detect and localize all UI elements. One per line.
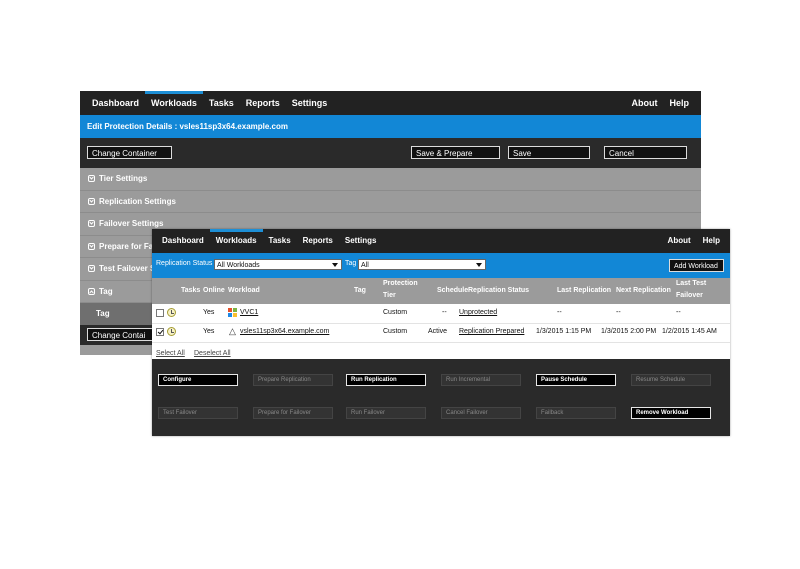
back-top-nav: Dashboard Workloads Tasks Reports Settin… bbox=[80, 91, 701, 115]
run-replication-button[interactable]: Run Replication bbox=[346, 374, 426, 386]
section-label: Tag bbox=[99, 286, 113, 296]
prepare-for-failover-button[interactable]: Prepare for Failover bbox=[253, 407, 333, 419]
nav-reports[interactable]: Reports bbox=[240, 91, 286, 115]
resume-schedule-button[interactable]: Resume Schedule bbox=[631, 374, 711, 386]
replication-status-value: All Workloads bbox=[217, 262, 260, 269]
table-header: Tasks Online Workload Tag Protection Tie… bbox=[152, 278, 730, 304]
schedule-status: -- bbox=[442, 309, 447, 316]
deselect-all-link[interactable]: Deselect All bbox=[194, 350, 231, 357]
save-button[interactable]: Save bbox=[508, 146, 590, 159]
col-online[interactable]: Online bbox=[203, 287, 225, 294]
workload-link[interactable]: vsles11sp3x64.example.com bbox=[240, 328, 329, 335]
nav-tasks[interactable]: Tasks bbox=[263, 229, 297, 253]
tag-value: All bbox=[361, 262, 369, 269]
section-label: Test Failover S bbox=[99, 264, 156, 273]
run-failover-button[interactable]: Run Failover bbox=[346, 407, 426, 419]
save-prepare-button[interactable]: Save & Prepare bbox=[411, 146, 500, 159]
replication-status-select[interactable]: All Workloads bbox=[214, 259, 342, 270]
filter-bar: Replication Status All Workloads Tag All… bbox=[152, 253, 730, 278]
dropdown-arrow-icon bbox=[476, 263, 482, 267]
nav-help[interactable]: Help bbox=[663, 91, 695, 115]
select-all-link[interactable]: Select All bbox=[156, 350, 185, 357]
nav-settings[interactable]: Settings bbox=[339, 229, 383, 253]
next-replication: -- bbox=[616, 309, 621, 316]
nav-dashboard[interactable]: Dashboard bbox=[86, 91, 145, 115]
col-replication-status[interactable]: Replication Status bbox=[468, 287, 529, 294]
cancel-button[interactable]: Cancel bbox=[604, 146, 687, 159]
nav-help[interactable]: Help bbox=[697, 229, 726, 253]
nav-settings[interactable]: Settings bbox=[286, 91, 334, 115]
section-replication-settings[interactable]: Replication Settings bbox=[80, 191, 701, 213]
dropdown-arrow-icon bbox=[332, 263, 338, 267]
pause-schedule-button[interactable]: Pause Schedule bbox=[536, 374, 616, 386]
col-protection-tier-line1[interactable]: Protection bbox=[383, 280, 418, 287]
change-container-button[interactable]: Change Container bbox=[87, 146, 172, 159]
chevron-down-icon bbox=[88, 220, 95, 228]
chevron-down-icon bbox=[88, 197, 95, 205]
row-checkbox[interactable] bbox=[156, 309, 164, 317]
replication-status-link[interactable]: Unprotected bbox=[459, 309, 497, 316]
row-checkbox[interactable] bbox=[156, 328, 164, 336]
prepare-replication-button[interactable]: Prepare Replication bbox=[253, 374, 333, 386]
nav-reports[interactable]: Reports bbox=[297, 229, 339, 253]
last-replication: -- bbox=[557, 309, 562, 316]
col-workload[interactable]: Workload bbox=[228, 287, 260, 294]
next-replication: 1/3/2015 2:00 PM bbox=[601, 328, 657, 335]
nav-workloads[interactable]: Workloads bbox=[145, 91, 203, 115]
nav-about[interactable]: About bbox=[662, 229, 697, 253]
tag-filter-label: Tag bbox=[345, 260, 357, 267]
back-toolbar: Change Container Save & Prepare Save Can… bbox=[80, 138, 701, 168]
clock-icon[interactable] bbox=[167, 327, 176, 336]
configure-button[interactable]: Configure bbox=[158, 374, 238, 386]
last-test-failover: 1/2/2015 1:45 AM bbox=[662, 328, 717, 335]
col-tasks[interactable]: Tasks bbox=[181, 287, 200, 294]
last-replication: 1/3/2015 1:15 PM bbox=[536, 328, 592, 335]
col-next-replication[interactable]: Next Replication bbox=[616, 287, 671, 294]
run-incremental-button[interactable]: Run Incremental bbox=[441, 374, 521, 386]
section-label: Tier Settings bbox=[99, 174, 148, 183]
table-row[interactable]: Yes △ vsles11sp3x64.example.com Custom A… bbox=[152, 324, 730, 343]
protection-tier: Custom bbox=[383, 309, 408, 316]
remove-workload-button[interactable]: Remove Workload bbox=[631, 407, 711, 419]
section-tier-settings[interactable]: Tier Settings bbox=[80, 168, 701, 191]
col-last-replication[interactable]: Last Replication bbox=[557, 287, 611, 294]
test-failover-button[interactable]: Test Failover bbox=[158, 407, 238, 419]
workload-link[interactable]: VVC1 bbox=[240, 309, 258, 316]
col-schedule[interactable]: Schedule bbox=[437, 287, 468, 294]
last-test-failover: -- bbox=[676, 309, 681, 316]
nav-about[interactable]: About bbox=[625, 91, 663, 115]
col-tag[interactable]: Tag bbox=[354, 287, 366, 294]
table-row[interactable]: Yes VVC1 Custom -- Unprotected -- -- -- bbox=[152, 305, 730, 324]
chevron-down-icon bbox=[88, 175, 95, 183]
section-label: Prepare for Fa bbox=[99, 241, 154, 251]
tag-select[interactable]: All bbox=[358, 259, 486, 270]
chevron-down-icon bbox=[88, 265, 95, 273]
nav-tasks[interactable]: Tasks bbox=[203, 91, 240, 115]
workloads-window: Dashboard Workloads Tasks Reports Settin… bbox=[152, 229, 730, 436]
nav-dashboard[interactable]: Dashboard bbox=[156, 229, 210, 253]
workload-actions-bar: Configure Prepare Replication Run Replic… bbox=[152, 359, 730, 436]
replication-status-label: Replication Status bbox=[156, 260, 213, 267]
clock-icon[interactable] bbox=[167, 308, 176, 317]
failback-button[interactable]: Failback bbox=[536, 407, 616, 419]
col-last-test-failover-line1[interactable]: Last Test bbox=[676, 280, 706, 287]
schedule-status: Active bbox=[428, 328, 448, 335]
replication-status-link[interactable]: Replication Prepared bbox=[459, 328, 524, 335]
online-status: Yes bbox=[203, 309, 215, 316]
windows-icon bbox=[228, 308, 238, 317]
front-top-nav: Dashboard Workloads Tasks Reports Settin… bbox=[152, 229, 730, 253]
col-protection-tier-line2: Tier bbox=[383, 292, 396, 299]
chevron-down-icon bbox=[88, 242, 95, 250]
cancel-failover-button[interactable]: Cancel Failover bbox=[441, 407, 521, 419]
col-last-test-failover-line2: Failover bbox=[676, 292, 703, 299]
add-workload-button[interactable]: Add Workload bbox=[669, 259, 724, 272]
linux-icon: △ bbox=[229, 326, 236, 336]
nav-workloads[interactable]: Workloads bbox=[209, 229, 263, 253]
page-title: Edit Protection Details : vsles11sp3x64.… bbox=[80, 115, 701, 138]
protection-tier: Custom bbox=[383, 328, 408, 335]
chevron-up-icon bbox=[88, 287, 95, 295]
online-status: Yes bbox=[203, 328, 215, 335]
section-label: Replication Settings bbox=[99, 196, 176, 206]
